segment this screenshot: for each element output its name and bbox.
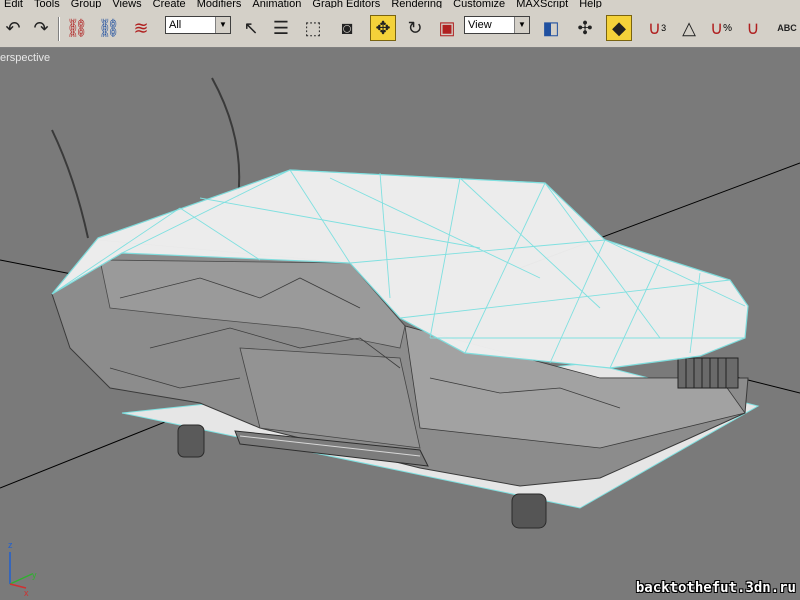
keyboard-shortcut-override-icon[interactable]: ◆ [606,15,632,41]
angle-snap-icon[interactable]: △ [676,15,702,41]
percent-snap-toggle-icon[interactable]: ∪% [708,15,734,41]
undo-icon[interactable]: ↶ [0,15,26,41]
selection-filter-value: All [169,19,182,31]
menu-edit[interactable]: Edit [0,0,27,8]
perspective-viewport[interactable]: erspective z y x backtothefut.3dn.ru [0,48,800,600]
watermark: backtothefut.3dn.ru [635,580,796,596]
menu-tools[interactable]: Tools [30,0,64,8]
axis-x-label: x [24,588,29,598]
axis-z-label: z [8,540,13,550]
window-crossing-icon[interactable]: ◙ [334,15,360,41]
select-and-manipulate-icon[interactable]: ✣ [572,15,598,41]
select-and-rotate-icon[interactable]: ↻ [402,15,428,41]
unlink-selection-icon[interactable]: ⛓ [96,15,122,41]
select-and-scale-icon[interactable]: ▣ [434,15,460,41]
menu-create[interactable]: Create [149,0,190,8]
select-and-link-icon[interactable]: ⛓ [64,15,90,41]
spinner-snap-toggle-icon[interactable]: ∪ [740,15,766,41]
axis-tripod: z y x [8,540,37,598]
menu-maxscript[interactable]: MAXScript [512,0,572,8]
selection-filter-dropdown[interactable]: All ▼ [165,16,231,34]
select-by-name-icon[interactable]: ☰ [268,15,294,41]
menu-rendering[interactable]: Rendering [387,0,446,8]
menu-animation[interactable]: Animation [248,0,305,8]
menu-graph-editors[interactable]: Graph Editors [308,0,384,8]
menu-customize[interactable]: Customize [449,0,509,8]
menu-bar: Edit Tools Group Views Create Modifiers … [0,0,800,8]
select-and-move-icon[interactable]: ✥ [370,15,396,41]
viewport-scene: z y x [0,77,800,598]
reference-coordinate-value: View [468,19,492,31]
named-selection-label: ABC [777,23,797,33]
menu-group[interactable]: Group [67,0,106,8]
use-pivot-point-center-icon[interactable]: ◧ [538,15,564,41]
angle-snap-toggle-icon[interactable]: ∪ 3 [644,15,670,41]
chevron-down-icon: ▼ [514,17,529,33]
bind-to-space-warp-icon[interactable]: ≋ [128,15,154,41]
select-object-icon[interactable]: ↖ [238,15,264,41]
chevron-down-icon: ▼ [215,17,230,33]
toolbar-separator [58,17,60,41]
menu-help[interactable]: Help [575,0,606,8]
angle-snap-label: 3 [661,23,667,33]
edit-named-selection-icon[interactable]: ABC [774,15,800,41]
main-toolbar: ↶ ↷ ⛓ ⛓ ≋ All ▼ ↖ ☰ ⬚ ◙ ✥ ↻ ▣ View ▼ ◧ ✣… [0,8,800,48]
percent-snap-label: % [723,22,733,34]
reference-coordinate-dropdown[interactable]: View ▼ [464,16,530,34]
menu-modifiers[interactable]: Modifiers [193,0,246,8]
menu-views[interactable]: Views [108,0,145,8]
rectangular-selection-region-icon[interactable]: ⬚ [300,15,326,41]
redo-icon[interactable]: ↷ [28,15,54,41]
axis-y-label: y [32,570,37,580]
